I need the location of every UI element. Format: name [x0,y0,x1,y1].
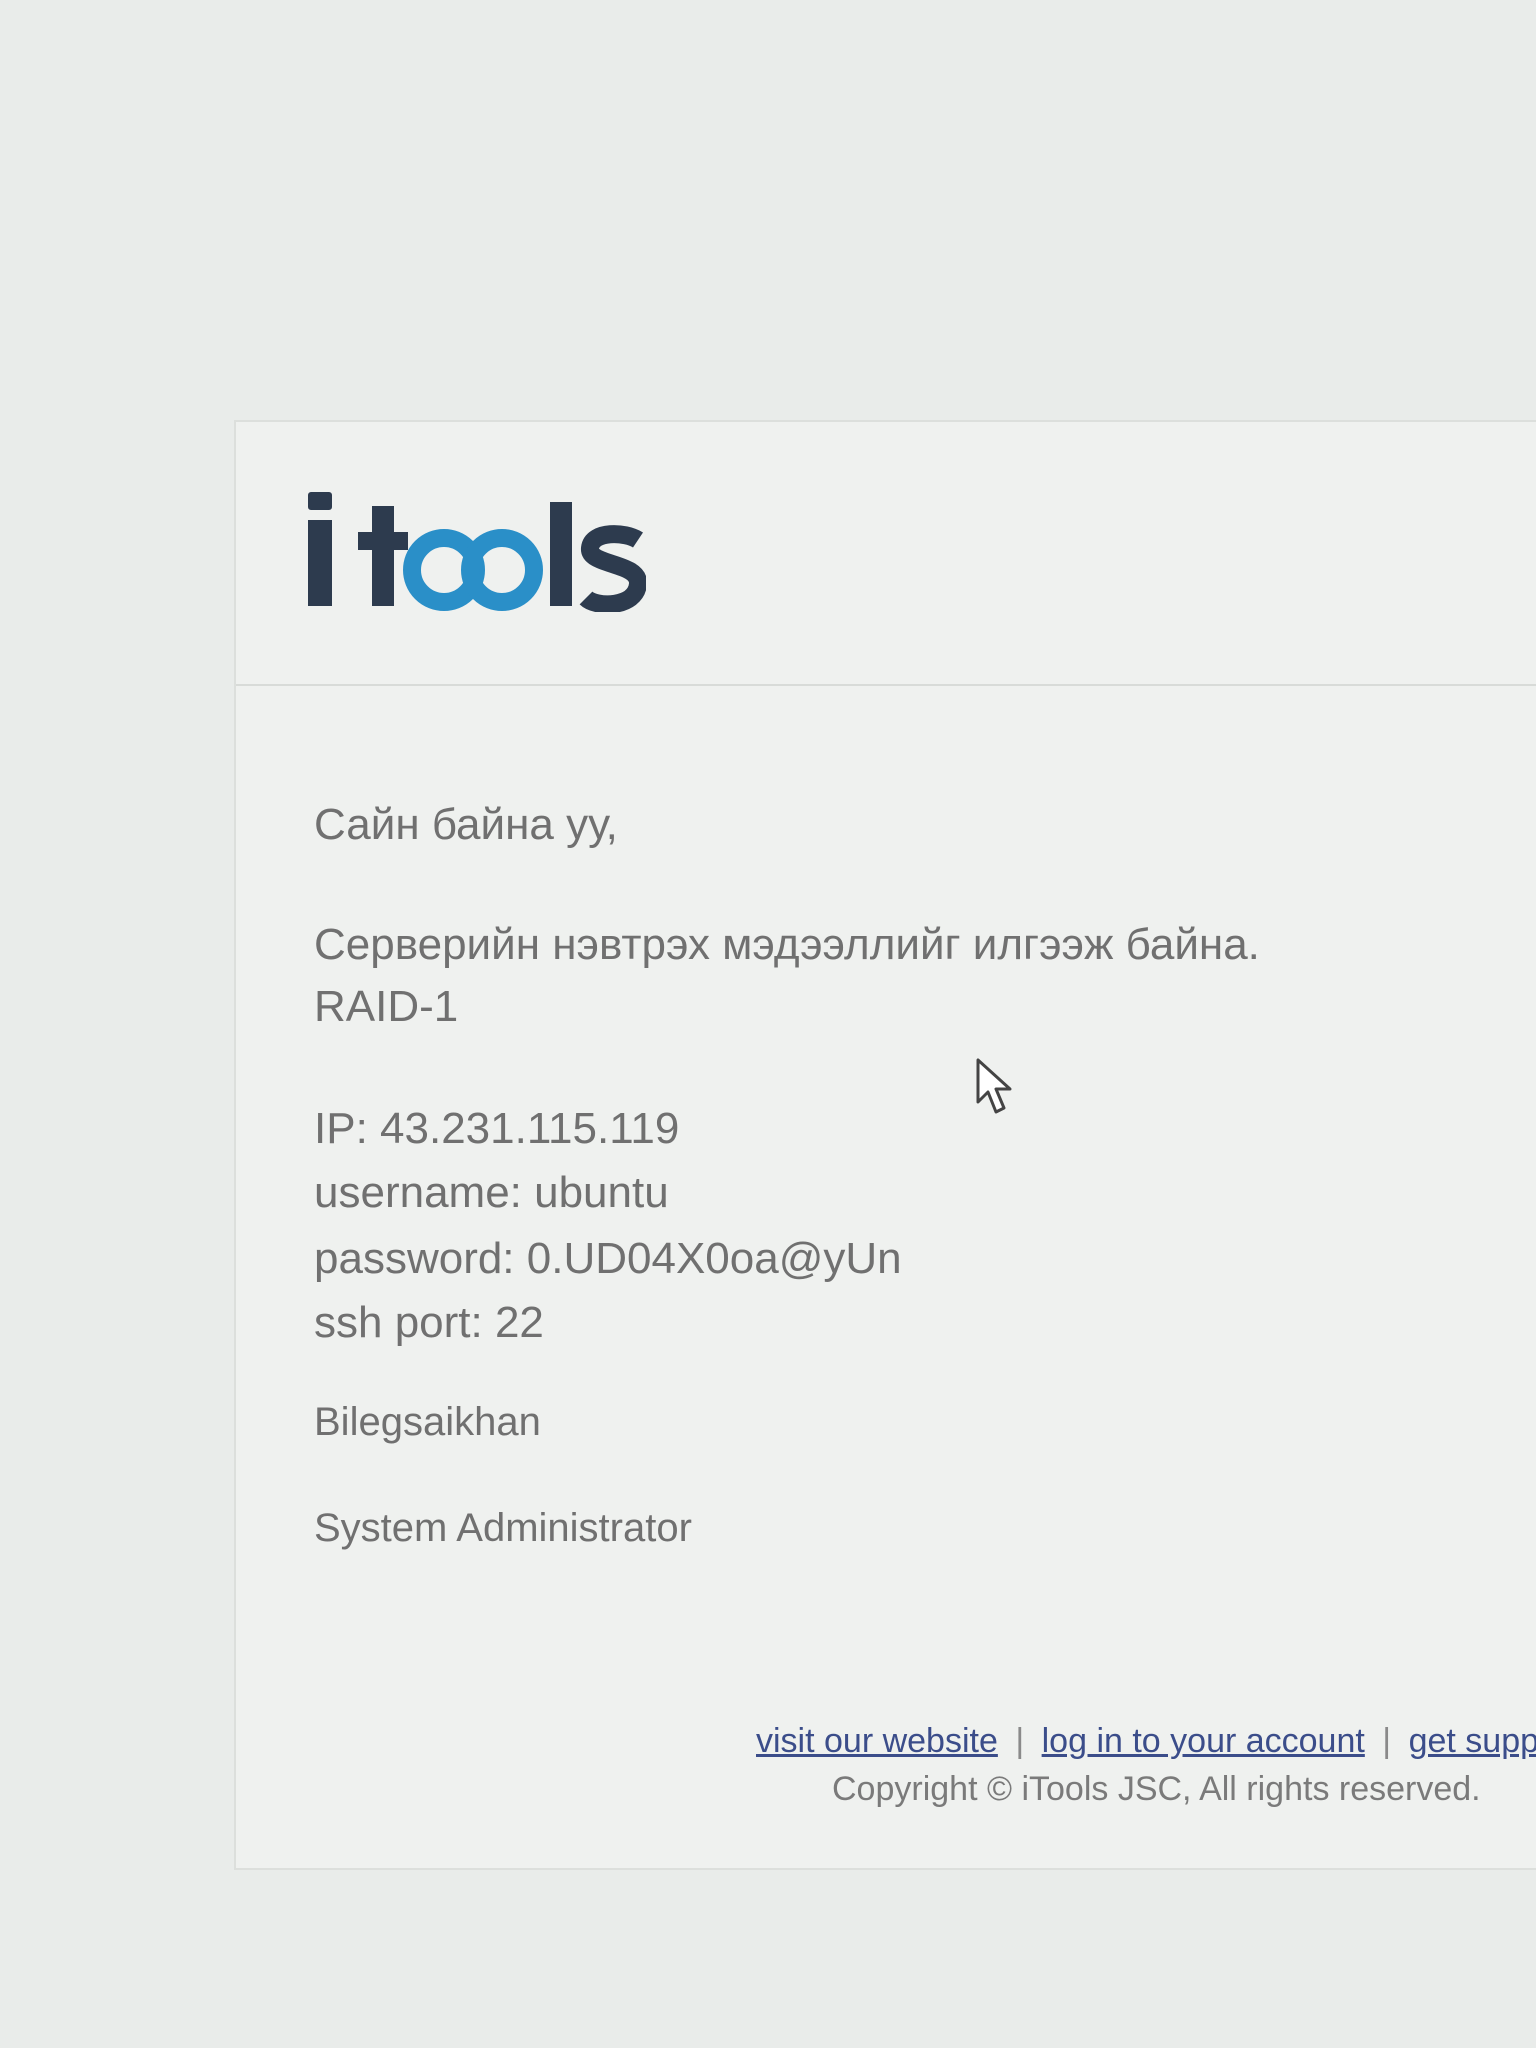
footer-separator: | [1382,1722,1392,1760]
login-account-link[interactable]: log in to your account [1042,1722,1365,1760]
copyright-text: Copyright © iTools JSC, All rights reser… [832,1770,1481,1808]
email-header [236,422,1536,686]
ssh-port-text: ssh port: 22 [314,1298,544,1347]
signature-name: Bilegsaikhan [314,1400,541,1444]
itools-logo [308,492,646,612]
footer-links: visit our website | log in to your accou… [756,1722,1536,1761]
intro-text: Серверийн нэвтрэх мэдээллийг илгээж байн… [314,920,1260,969]
footer-separator: | [1015,1722,1025,1760]
get-support-link[interactable]: get supp [1409,1722,1536,1760]
email-card: Сайн байна уу, Серверийн нэвтрэх мэдээлл… [234,420,1536,1870]
raid-text: RAID-1 [314,982,459,1031]
visit-website-link[interactable]: visit our website [756,1722,998,1760]
username-text: username: ubuntu [314,1168,669,1217]
greeting-text: Сайн байна уу, [314,800,618,849]
signature-title: System Administrator [314,1506,692,1550]
password-text: password: 0.UD04X0oa@yUn [314,1234,902,1283]
ip-text: IP: 43.231.115.119 [314,1104,680,1153]
mouse-pointer-icon [976,1058,1012,1114]
